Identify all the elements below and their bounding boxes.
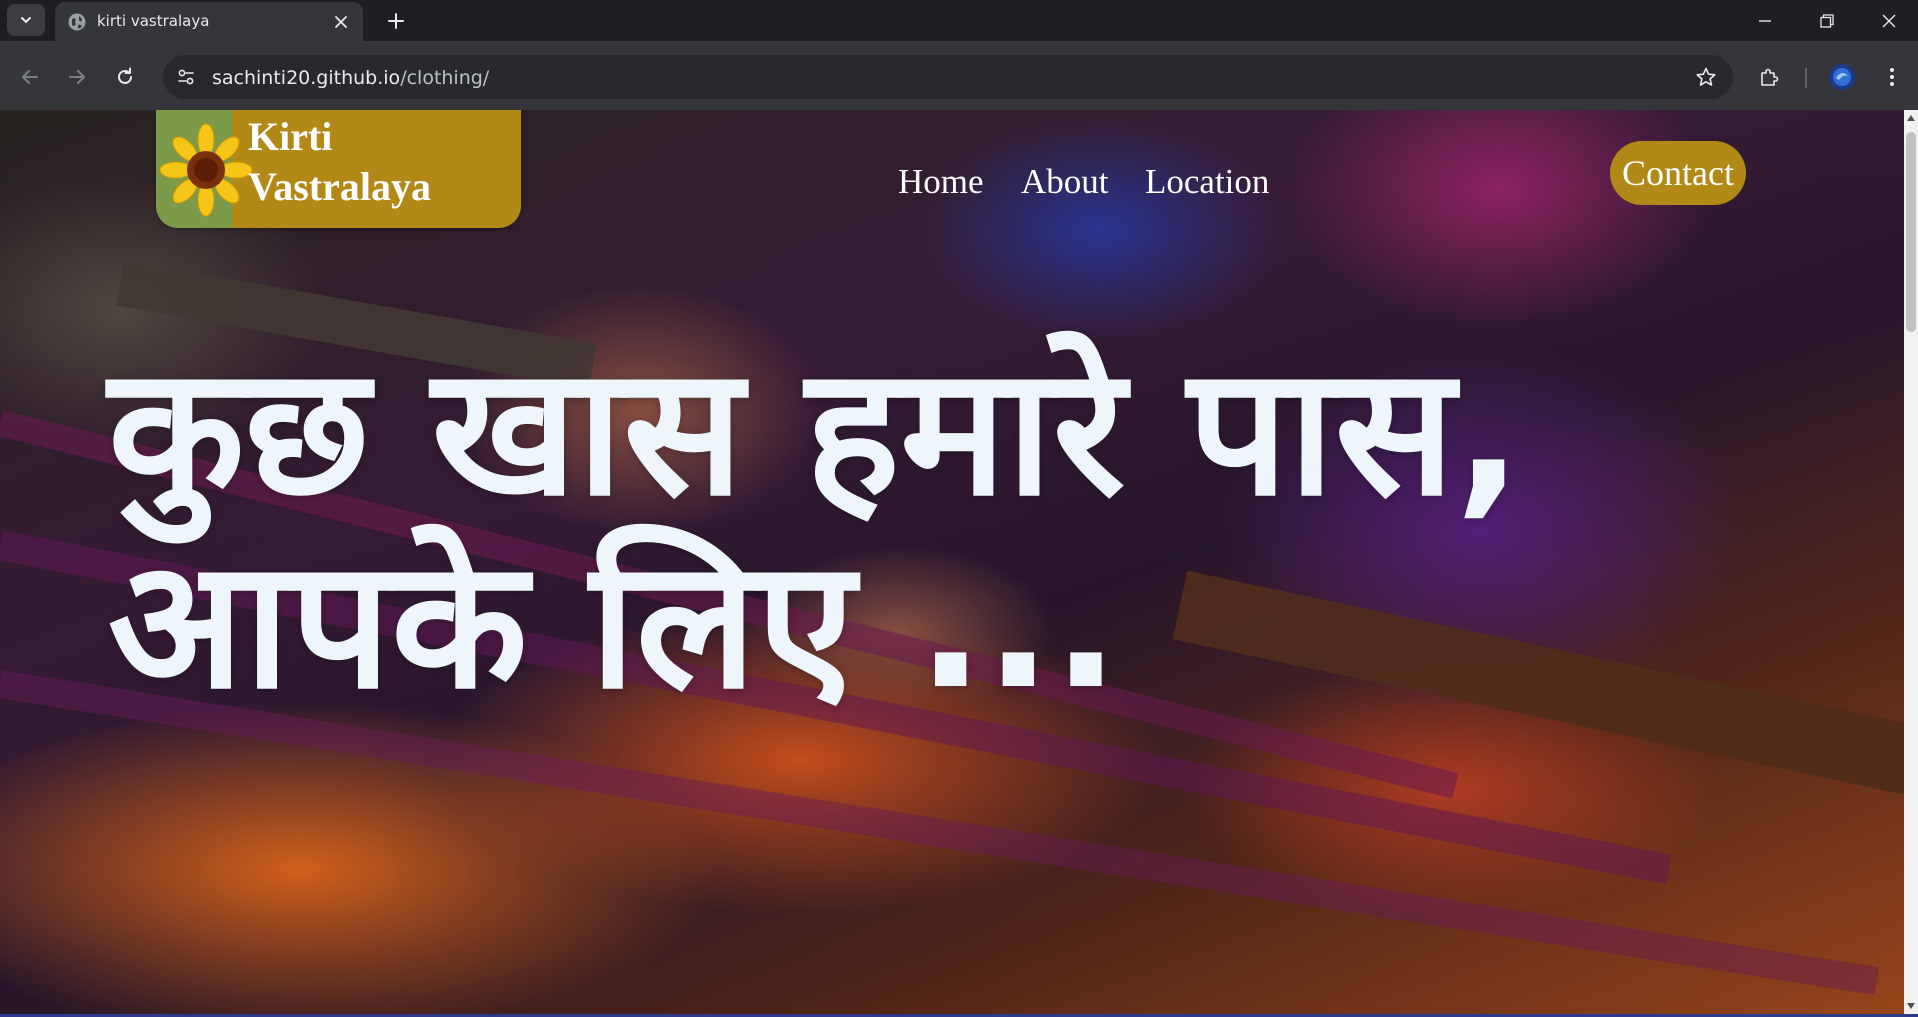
contact-button[interactable]: Contact [1610, 141, 1746, 205]
extensions-button[interactable] [1752, 60, 1786, 94]
hero-line-1: कुछ खास हमारे पास, [108, 328, 1523, 535]
hero-heading: कुछ खास हमारे पास, आपके लिए ... [108, 335, 1708, 721]
logo [156, 110, 253, 228]
sunflower-icon [159, 123, 253, 217]
nav-location-link[interactable]: Location [1145, 162, 1269, 202]
hero-line-2: आपके लिए ... [108, 521, 1120, 728]
page-viewport: Kirti Vastralaya Home About Location Con… [0, 110, 1904, 1014]
nav-home-link[interactable]: Home [898, 162, 984, 202]
toolbar-separator [1805, 68, 1807, 88]
restore-icon [1820, 13, 1834, 28]
restore-button[interactable] [1796, 0, 1858, 41]
scroll-up-button[interactable] [1904, 110, 1918, 126]
globe-icon [68, 13, 86, 31]
site-info-button[interactable] [171, 62, 201, 92]
tab-title: kirti vastralaya [97, 12, 210, 30]
tab-search-button[interactable] [7, 4, 45, 36]
profile-button[interactable] [1825, 60, 1859, 94]
url-text: sachinti20.github.io/clothing/ [212, 67, 489, 89]
scroll-thumb[interactable] [1906, 132, 1916, 332]
scroll-down-button[interactable] [1904, 998, 1918, 1014]
puzzle-icon [1761, 68, 1779, 86]
minimize-button[interactable] [1734, 0, 1796, 41]
brand-name: Kirti Vastralaya [248, 114, 431, 209]
chevron-down-icon [21, 17, 31, 24]
avatar-icon [1829, 64, 1855, 90]
brand[interactable]: Kirti Vastralaya [156, 110, 521, 228]
tab-close-button[interactable] [329, 10, 353, 34]
new-tab-button[interactable] [381, 6, 411, 36]
url-path: /clothing/ [400, 67, 490, 89]
reload-icon [118, 67, 132, 84]
forward-button[interactable] [60, 60, 94, 94]
triangle-up-icon [1907, 115, 1915, 121]
more-vert-icon [1890, 68, 1894, 86]
arrow-right-icon [69, 70, 85, 84]
address-bar[interactable]: sachinti20.github.io/clothing/ [163, 55, 1733, 99]
minimize-icon [1759, 19, 1771, 22]
url-domain: sachinti20.github.io [212, 67, 401, 89]
star-icon [1696, 67, 1716, 86]
arrow-left-icon [22, 70, 38, 84]
back-button[interactable] [13, 60, 47, 94]
tune-icon [178, 69, 194, 85]
browser-tabstrip: kirti vastralaya [0, 0, 1918, 41]
menu-button[interactable] [1875, 60, 1909, 94]
plus-icon [388, 13, 404, 29]
bookmark-button[interactable] [1693, 64, 1719, 90]
close-icon [335, 16, 347, 28]
browser-tab[interactable]: kirti vastralaya [55, 2, 363, 41]
triangle-down-icon [1907, 1003, 1915, 1009]
page-scrollbar[interactable] [1904, 110, 1918, 1014]
browser-toolbar: sachinti20.github.io/clothing/ [0, 41, 1918, 110]
close-icon [1882, 14, 1896, 27]
reload-button[interactable] [108, 60, 142, 94]
close-window-button[interactable] [1858, 0, 1918, 41]
nav-about-link[interactable]: About [1021, 162, 1109, 202]
